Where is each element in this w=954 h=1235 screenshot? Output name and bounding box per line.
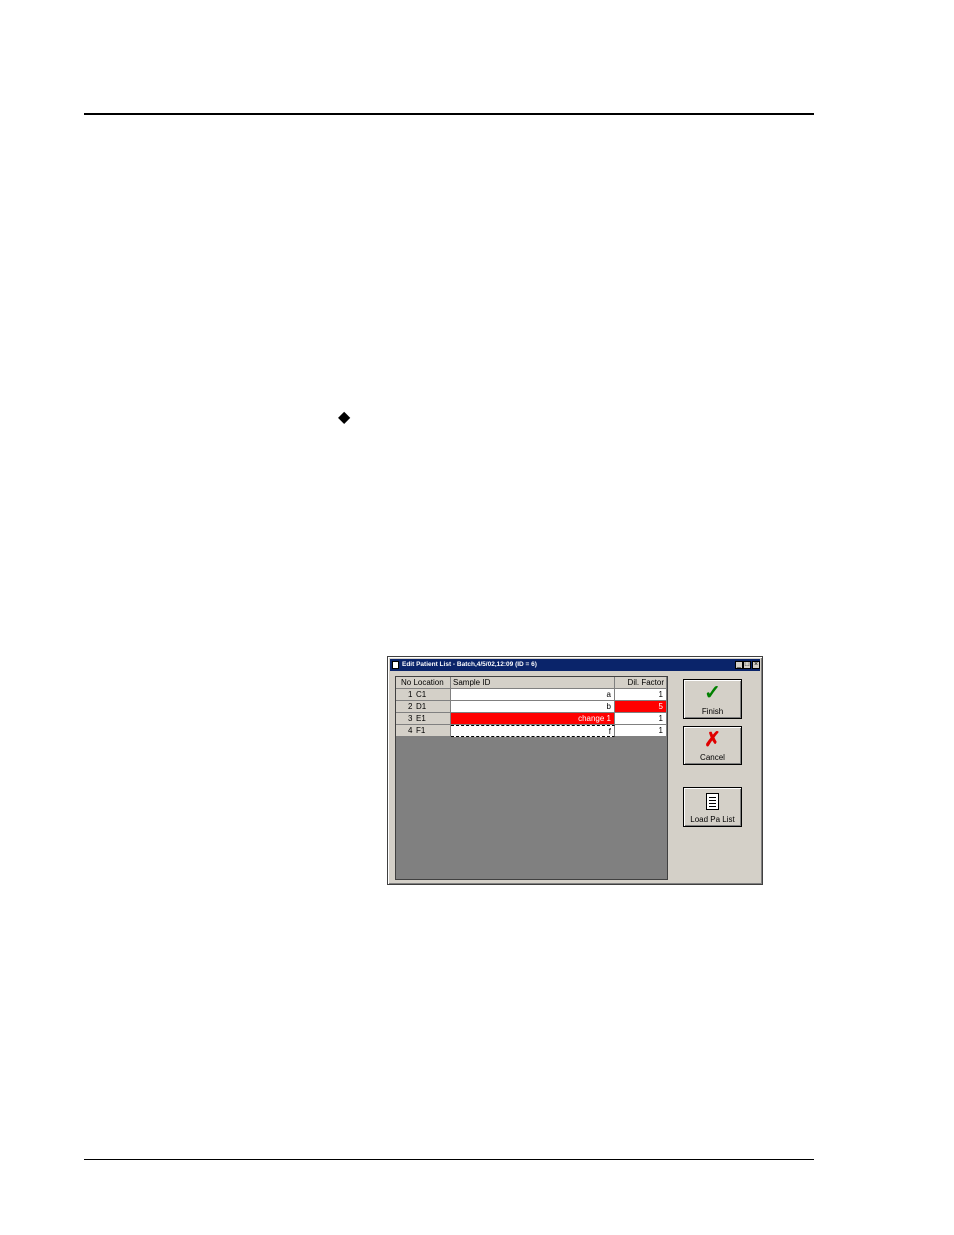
row-number: 2 xyxy=(408,702,413,711)
sample-id-cell[interactable]: b xyxy=(451,701,615,713)
finish-button[interactable]: ✓ Finish xyxy=(683,679,742,719)
sample-id-cell-focused[interactable]: f xyxy=(451,725,615,737)
dil-factor-cell-changed[interactable]: 5 xyxy=(615,701,667,713)
patient-grid[interactable]: No Location Sample ID Dil. Factor 1 C1 a… xyxy=(395,676,668,880)
dil-factor-cell[interactable]: 1 xyxy=(615,689,667,701)
row-number: 4 xyxy=(408,726,413,735)
bullet-diamond: ◆ xyxy=(338,409,351,426)
table-row[interactable]: 1 C1 a 1 xyxy=(396,689,667,701)
sample-id-cell[interactable]: a xyxy=(451,689,615,701)
row-location: C1 xyxy=(416,690,427,699)
dialog-title: Edit Patient List - Batch,4/5/02,12:09 (… xyxy=(402,661,537,668)
row-location: F1 xyxy=(416,726,426,735)
footer-rule xyxy=(84,1159,814,1160)
header-sample-id[interactable]: Sample ID xyxy=(451,677,615,689)
minimize-button[interactable]: _ xyxy=(735,661,743,669)
header-rule xyxy=(84,113,814,115)
row-location: D1 xyxy=(416,702,427,711)
checkmark-icon: ✓ xyxy=(704,682,721,704)
row-number: 1 xyxy=(408,690,413,699)
header-dil-factor[interactable]: Dil. Factor xyxy=(615,677,667,689)
dil-factor-cell[interactable]: 1 xyxy=(615,725,667,737)
row-header[interactable]: 1 C1 xyxy=(396,689,451,701)
close-button[interactable]: × xyxy=(752,661,760,669)
row-number: 3 xyxy=(408,714,413,723)
maximize-button[interactable]: □ xyxy=(743,661,751,669)
x-icon: ✗ xyxy=(704,729,721,751)
dil-factor-cell[interactable]: 1 xyxy=(615,713,667,725)
app-icon xyxy=(392,661,399,669)
cancel-button[interactable]: ✗ Cancel xyxy=(683,726,742,765)
row-header[interactable]: 3 E1 xyxy=(396,713,451,725)
dialog-titlebar[interactable]: Edit Patient List - Batch,4/5/02,12:09 (… xyxy=(390,659,760,671)
table-row[interactable]: 4 F1 f 1 xyxy=(396,725,667,737)
table-row[interactable]: 3 E1 change 1 1 xyxy=(396,713,667,725)
load-label: Load Pa List xyxy=(690,815,735,824)
row-header[interactable]: 2 D1 xyxy=(396,701,451,713)
row-location: E1 xyxy=(416,714,426,723)
header-no-location[interactable]: No Location xyxy=(396,677,451,689)
table-row[interactable]: 2 D1 b 5 xyxy=(396,701,667,713)
document-icon xyxy=(706,793,719,810)
sample-id-cell-changed[interactable]: change 1 xyxy=(451,713,615,725)
load-patient-list-button[interactable]: Load Pa List xyxy=(683,787,742,827)
edit-patient-list-dialog: Edit Patient List - Batch,4/5/02,12:09 (… xyxy=(387,656,763,885)
cancel-label: Cancel xyxy=(700,753,725,762)
finish-label: Finish xyxy=(701,707,724,716)
row-header[interactable]: 4 F1 xyxy=(396,725,451,737)
grid-header-row: No Location Sample ID Dil. Factor xyxy=(396,677,667,689)
